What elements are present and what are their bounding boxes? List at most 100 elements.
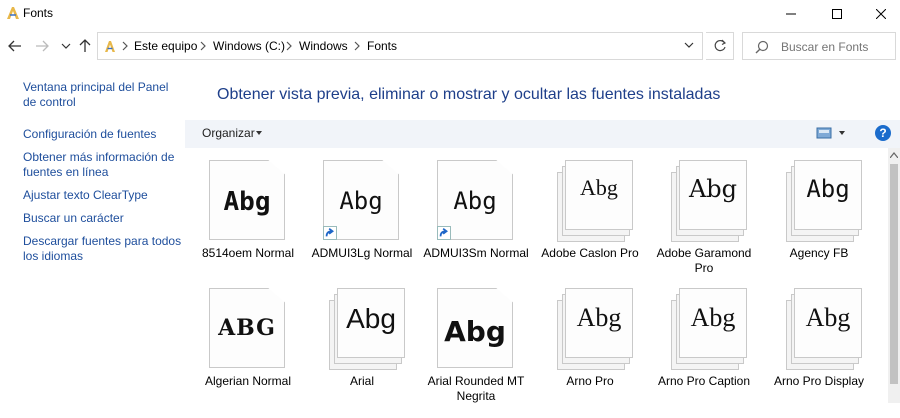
font-page: Abg — [209, 160, 285, 240]
chevron-right-icon — [286, 41, 292, 51]
sidebar-link-font-settings[interactable]: Configuración de fuentes — [23, 127, 183, 142]
sidebar-link-download-fonts[interactable]: Descargar fuentes para todos los idiomas — [23, 234, 183, 264]
page-title: Obtener vista previa, eliminar o mostrar… — [217, 86, 721, 103]
font-name-label: Arial Rounded MT Negrita — [427, 374, 525, 403]
help-button[interactable]: ? — [875, 125, 891, 141]
font-page: Abg — [565, 160, 633, 230]
breadcrumb-windows[interactable]: Windows — [299, 39, 348, 53]
font-page: Abg — [679, 288, 747, 358]
font-tile[interactable]: Abg ADMUI3Sm Normal — [421, 160, 531, 290]
sidebar-link-fonts-online-info[interactable]: Obtener más información de fuentes en lí… — [23, 150, 183, 180]
font-file-icon: Abg — [209, 160, 289, 240]
font-page: Abg — [437, 288, 513, 368]
font-tile[interactable]: Abg Adobe Caslon Pro — [535, 160, 645, 290]
control-panel-sidebar: Ventana principal del Panel de control C… — [0, 64, 185, 403]
arrow-up-icon — [79, 39, 91, 52]
font-page: Abg — [337, 288, 405, 358]
font-sample-text: Abg — [223, 187, 271, 217]
font-tile[interactable]: Abg Agency FB — [764, 160, 874, 290]
font-page: Abg — [794, 160, 862, 230]
font-sample-text: Abg — [576, 303, 622, 332]
caret-down-icon[interactable] — [839, 131, 845, 135]
breadcrumb-este-equipo[interactable]: Este equipo — [134, 39, 197, 53]
font-file-icon: Abg — [437, 160, 517, 240]
search-box[interactable] — [742, 32, 896, 60]
font-sample-text: Abg — [444, 315, 506, 348]
font-sample-text: Abg — [339, 187, 383, 215]
font-name-label: Agency FB — [789, 246, 849, 260]
title-bar: Fonts — [0, 0, 900, 28]
sidebar-link-control-panel-home[interactable]: Ventana principal del Panel de control — [23, 80, 183, 110]
font-name-label: Adobe Caslon Pro — [541, 246, 639, 260]
fonts-folder-icon — [7, 7, 19, 19]
font-sample-text: Abg — [688, 175, 738, 203]
window-title: Fonts — [23, 6, 54, 20]
minimize-icon — [786, 13, 796, 15]
vertical-scrollbar[interactable] — [888, 148, 900, 403]
chevron-down-icon — [61, 43, 71, 49]
minimize-button[interactable] — [768, 0, 814, 28]
search-icon — [755, 40, 769, 54]
font-name-label: Adobe Garamond Pro — [656, 246, 752, 275]
caret-down-icon[interactable] — [256, 131, 262, 135]
font-file-icon: Abg — [665, 160, 747, 242]
font-tile[interactable]: Abg Adobe Garamond Pro — [649, 160, 759, 290]
font-file-icon: Abg — [437, 288, 517, 368]
close-button[interactable] — [858, 0, 900, 28]
close-icon — [876, 9, 886, 19]
scroll-up-icon[interactable] — [890, 152, 898, 158]
font-sample-text: ABG — [218, 315, 276, 341]
font-sample-text: Abg — [690, 303, 736, 332]
fonts-folder-icon — [105, 41, 115, 52]
shortcut-arrow-icon — [437, 226, 451, 240]
font-name-label: Arno Pro Caption — [657, 374, 751, 388]
font-name-label: Algerian Normal — [204, 374, 292, 388]
font-tile[interactable]: ABG Algerian Normal — [193, 288, 303, 418]
font-tile[interactable]: Abg 8514oem Normal — [193, 160, 303, 290]
maximize-icon — [832, 9, 842, 19]
shortcut-arrow-icon — [323, 226, 337, 240]
sidebar-link-cleartype[interactable]: Ajustar texto ClearType — [23, 188, 183, 203]
view-options-icon[interactable] — [816, 126, 832, 140]
font-tile[interactable]: Abg ADMUI3Lg Normal — [307, 160, 417, 290]
address-bar[interactable]: Este equipo Windows (C:) Windows Fonts — [97, 32, 703, 60]
arrow-left-icon — [8, 40, 21, 52]
refresh-button[interactable] — [706, 32, 734, 60]
font-tile[interactable]: Abg Arial Rounded MT Negrita — [421, 288, 531, 418]
breadcrumb-fonts[interactable]: Fonts — [367, 39, 397, 53]
font-sample-text: Abg — [453, 187, 497, 215]
back-button[interactable] — [4, 36, 26, 56]
font-sample-text: Abg — [806, 175, 850, 203]
chevron-right-icon — [122, 41, 128, 51]
search-input[interactable] — [781, 40, 891, 54]
maximize-button[interactable] — [814, 0, 860, 28]
command-bar: Organizar ? — [185, 120, 900, 148]
font-page: Abg — [794, 288, 862, 358]
font-file-icon: ABG — [209, 288, 289, 368]
font-sample-text: Abg — [805, 303, 851, 332]
font-page: ABG — [209, 288, 285, 368]
font-sample-text: Abg — [580, 175, 618, 200]
scrollbar-thumb[interactable] — [890, 164, 898, 384]
chevron-right-icon — [200, 41, 206, 51]
forward-button[interactable] — [31, 36, 53, 56]
font-file-icon: Abg — [551, 160, 633, 242]
chevron-right-icon — [354, 41, 360, 51]
font-name-label: Arial — [349, 374, 374, 388]
font-tile[interactable]: Abg Arno Pro Display — [764, 288, 874, 418]
breadcrumb-windows-c[interactable]: Windows (C:) — [213, 39, 285, 53]
font-tile[interactable]: Abg Arial — [307, 288, 417, 418]
chevron-down-icon[interactable] — [684, 42, 694, 48]
font-name-label: 8514oem Normal — [201, 246, 295, 260]
font-file-icon: Abg — [551, 288, 633, 370]
sidebar-link-find-character[interactable]: Buscar un carácter — [23, 211, 183, 226]
font-tile[interactable]: Abg Arno Pro Caption — [649, 288, 759, 418]
organize-menu[interactable]: Organizar — [202, 126, 255, 140]
font-page: Abg — [565, 288, 633, 358]
refresh-icon — [714, 39, 726, 52]
font-file-icon: Abg — [323, 288, 405, 370]
font-tile[interactable]: Abg Arno Pro — [535, 288, 645, 418]
font-name-label: ADMUI3Sm Normal — [423, 246, 529, 260]
navigation-bar: Este equipo Windows (C:) Windows Fonts — [0, 28, 900, 64]
up-button[interactable] — [74, 36, 96, 56]
